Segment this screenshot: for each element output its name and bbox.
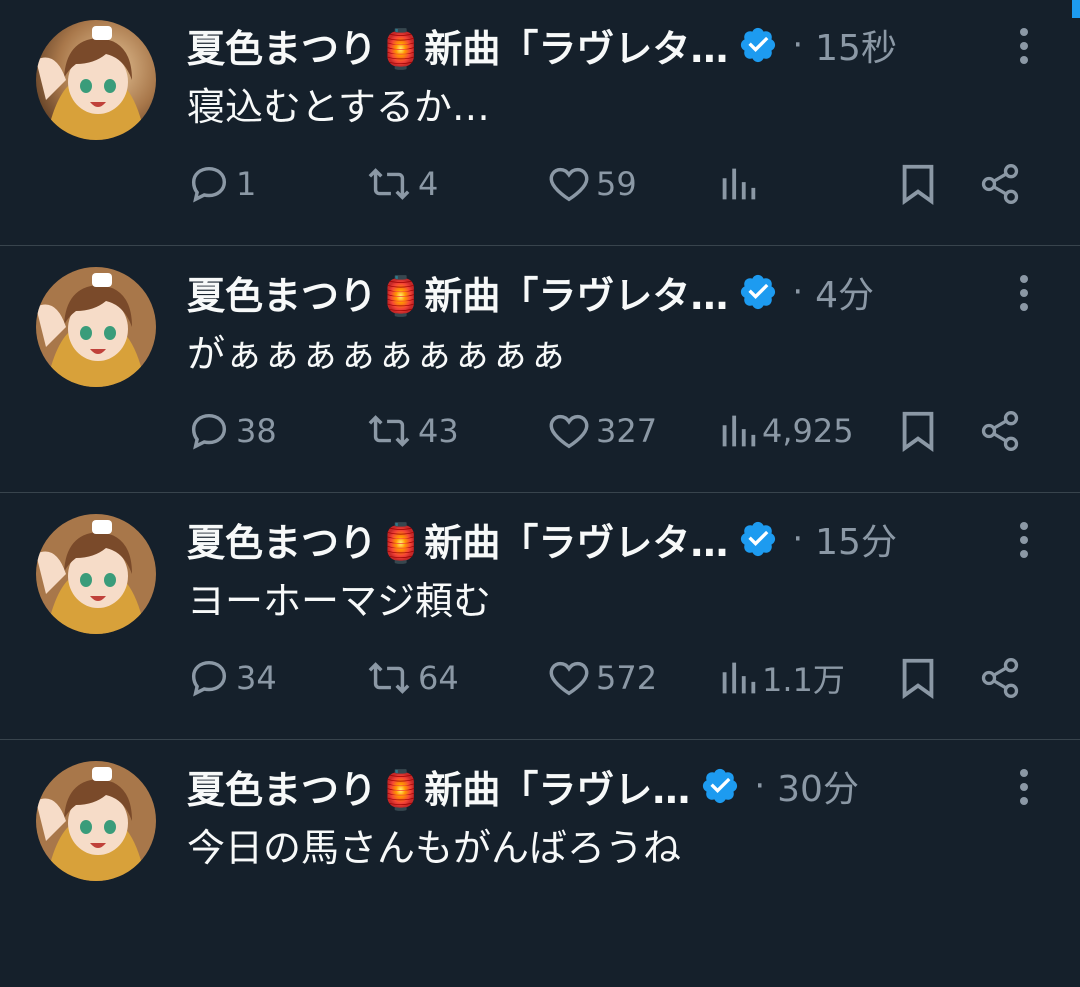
view-count: 1.1万 xyxy=(762,661,845,699)
like-button[interactable]: 572 xyxy=(546,652,657,704)
like-count: 59 xyxy=(596,165,637,203)
share-icon xyxy=(981,164,1019,204)
views-button[interactable]: 4,925 xyxy=(718,405,854,457)
views-button[interactable]: 1.1万 xyxy=(718,652,845,704)
tweet-item[interactable]: 夏色まつり🏮新曲「ラヴレタ… · 15秒 寝込むとするか… 1 4 59 xyxy=(0,0,1080,246)
reply-bubble-icon xyxy=(191,166,227,203)
more-vertical-icon[interactable] xyxy=(1012,767,1036,807)
retweet-count: 43 xyxy=(418,412,459,450)
retweet-icon xyxy=(368,662,410,694)
timestamp[interactable]: 30分 xyxy=(777,760,859,812)
retweet-count: 4 xyxy=(418,165,439,203)
like-button[interactable]: 327 xyxy=(546,405,657,457)
analytics-bars-icon xyxy=(722,662,756,694)
retweet-count: 64 xyxy=(418,659,459,697)
share-button[interactable] xyxy=(978,652,1022,704)
reply-button[interactable]: 1 xyxy=(186,158,256,210)
verified-badge-icon xyxy=(741,274,776,310)
views-button[interactable] xyxy=(718,158,762,210)
avatar[interactable] xyxy=(36,761,156,881)
like-button[interactable]: 59 xyxy=(546,158,637,210)
retweet-button[interactable]: 4 xyxy=(364,158,438,210)
heart-icon xyxy=(549,167,589,202)
timestamp[interactable]: 15分 xyxy=(815,513,897,565)
avatar[interactable] xyxy=(36,514,156,634)
view-count: 4,925 xyxy=(762,412,854,450)
share-icon xyxy=(981,411,1019,451)
more-vertical-icon[interactable] xyxy=(1012,273,1036,313)
reply-bubble-icon xyxy=(191,660,227,697)
share-icon xyxy=(981,658,1019,698)
timestamp[interactable]: 15秒 xyxy=(815,19,897,71)
separator-dot: · xyxy=(792,25,804,65)
share-button[interactable] xyxy=(978,405,1022,457)
tweet-text: 寝込むとするか… xyxy=(187,85,490,129)
reply-button[interactable]: 34 xyxy=(186,652,277,704)
separator-dot: · xyxy=(754,766,766,806)
bookmark-button[interactable] xyxy=(898,652,938,704)
bookmark-icon xyxy=(902,164,934,205)
verified-badge-icon xyxy=(741,521,776,557)
bookmark-icon xyxy=(902,411,934,452)
heart-icon xyxy=(549,414,589,449)
verified-badge-icon xyxy=(703,768,738,804)
analytics-bars-icon xyxy=(722,415,756,447)
author-name[interactable]: 夏色まつり🏮新曲「ラヴレタ… xyxy=(187,512,728,567)
more-vertical-icon[interactable] xyxy=(1012,520,1036,560)
reply-count: 1 xyxy=(236,165,257,203)
author-name[interactable]: 夏色まつり🏮新曲「ラヴレ… xyxy=(187,759,690,814)
bookmark-icon xyxy=(902,658,934,699)
tweet-actions: 34 64 572 1.1万 xyxy=(0,652,1080,704)
author-name[interactable]: 夏色まつり🏮新曲「ラヴレタ… xyxy=(187,18,728,73)
reply-count: 38 xyxy=(236,412,277,450)
bookmark-button[interactable] xyxy=(898,158,938,210)
author-name[interactable]: 夏色まつり🏮新曲「ラヴレタ… xyxy=(187,265,728,320)
tweet-item[interactable]: 夏色まつり🏮新曲「ラヴレタ… · 4分 がぁぁぁぁぁぁぁぁぁ 38 43 327… xyxy=(0,247,1080,493)
reply-bubble-icon xyxy=(191,413,227,450)
heart-icon xyxy=(549,661,589,696)
more-vertical-icon[interactable] xyxy=(1012,26,1036,66)
like-count: 572 xyxy=(596,659,658,697)
retweet-button[interactable]: 64 xyxy=(364,652,459,704)
tweet-item[interactable]: 夏色まつり🏮新曲「ラヴレタ… · 15分 ヨーホーマジ頼む 34 64 572 … xyxy=(0,494,1080,740)
tweet-text: ヨーホーマジ頼む xyxy=(187,579,492,623)
retweet-icon xyxy=(368,415,410,447)
avatar[interactable] xyxy=(36,267,156,387)
tweet-item[interactable]: 夏色まつり🏮新曲「ラヴレ… · 30分 今日の馬さんもがんばろうね xyxy=(0,741,1080,987)
bookmark-button[interactable] xyxy=(898,405,938,457)
reply-count: 34 xyxy=(236,659,277,697)
tweet-text: がぁぁぁぁぁぁぁぁぁ xyxy=(187,332,568,376)
tweet-actions: 38 43 327 4,925 xyxy=(0,405,1080,457)
timestamp[interactable]: 4分 xyxy=(815,266,874,318)
tweet-actions: 1 4 59 xyxy=(0,158,1080,210)
analytics-bars-icon xyxy=(722,168,756,200)
share-button[interactable] xyxy=(978,158,1022,210)
tweet-text: 今日の馬さんもがんばろうね xyxy=(187,826,682,870)
separator-dot: · xyxy=(792,272,804,312)
retweet-icon xyxy=(368,168,410,200)
retweet-button[interactable]: 43 xyxy=(364,405,459,457)
like-count: 327 xyxy=(596,412,658,450)
verified-badge-icon xyxy=(741,27,776,63)
separator-dot: · xyxy=(792,519,804,559)
avatar[interactable] xyxy=(36,20,156,140)
reply-button[interactable]: 38 xyxy=(186,405,277,457)
